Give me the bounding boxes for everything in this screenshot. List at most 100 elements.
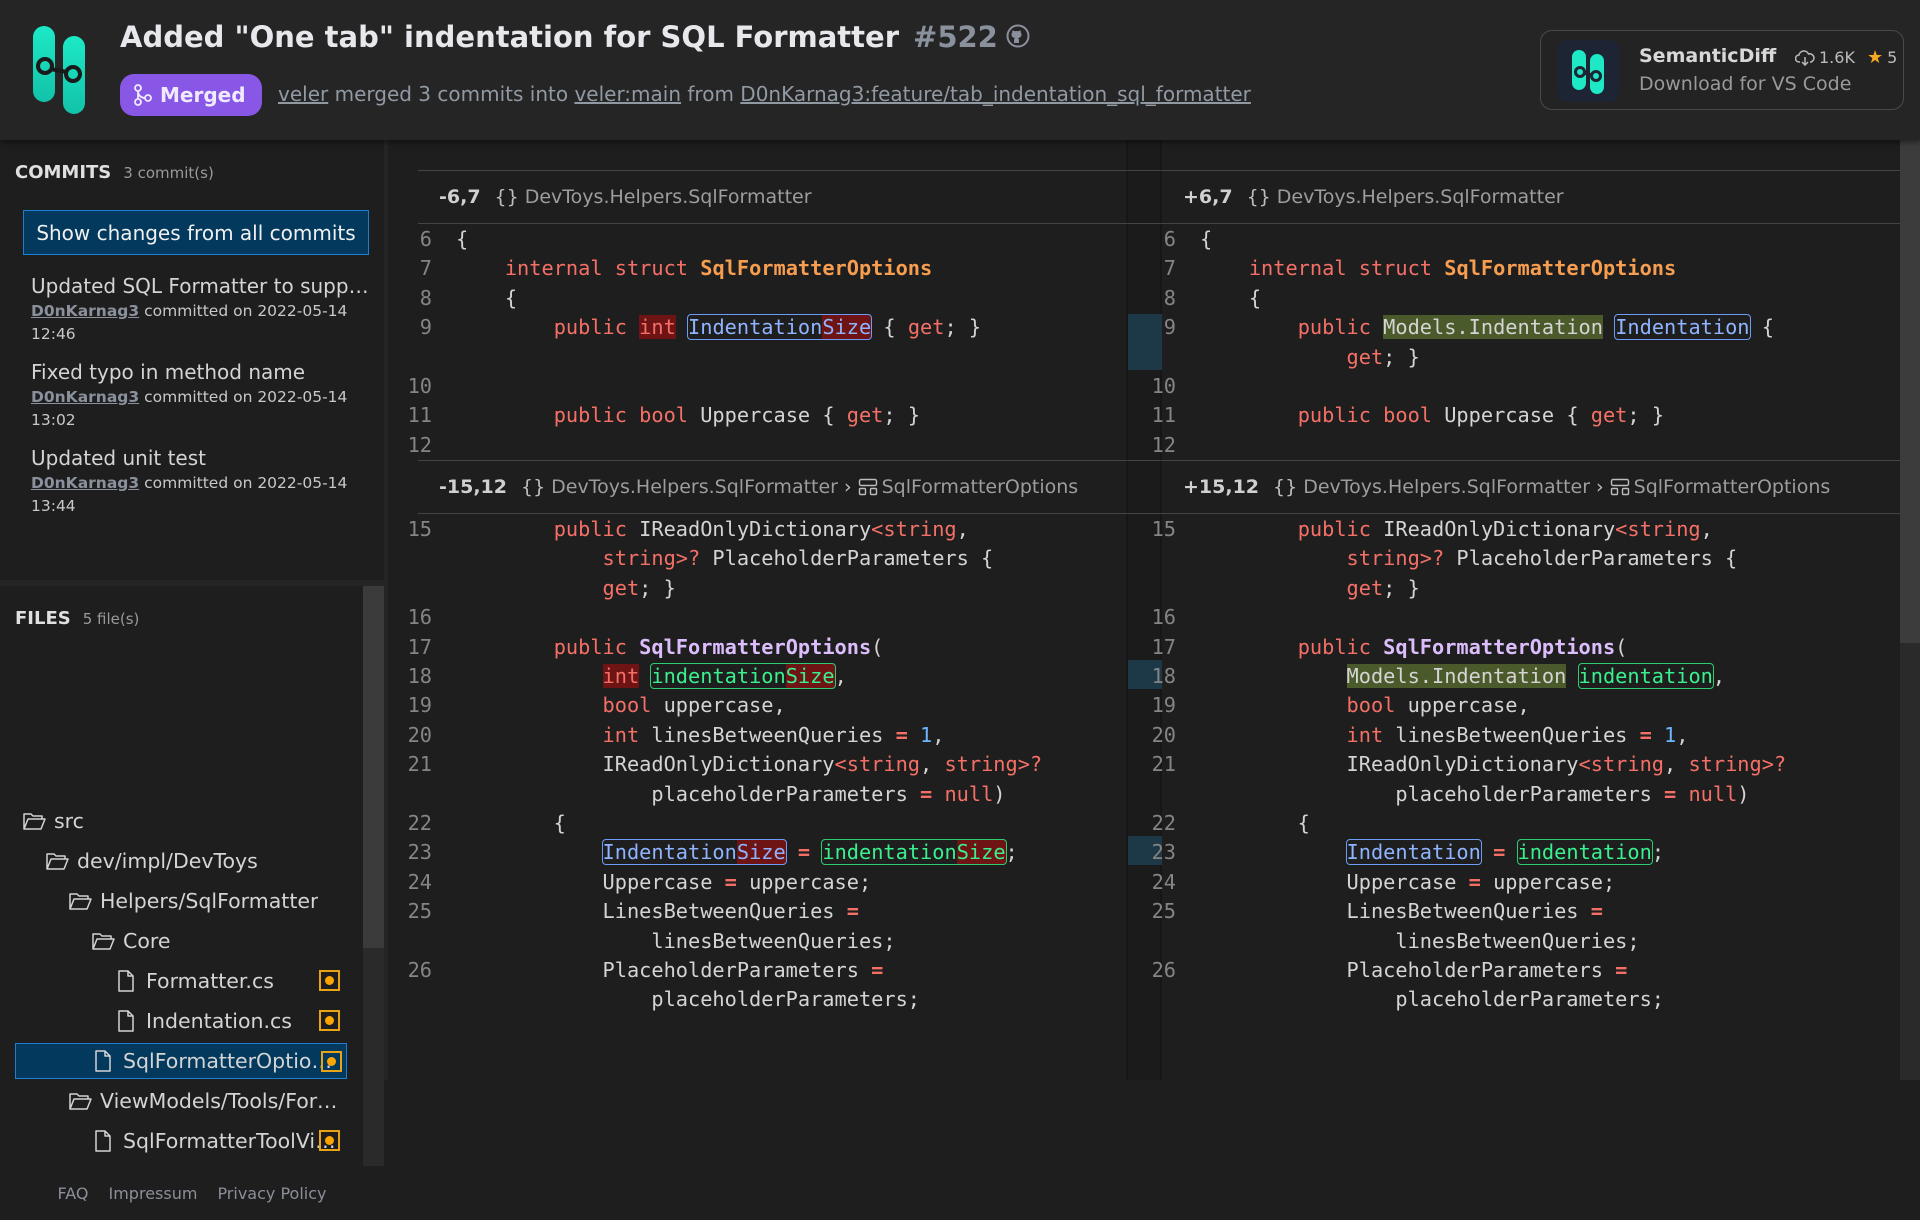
code-text: string>? PlaceholderParameters {: [602, 546, 994, 571]
commit-item[interactable]: Updated SQL Formatter to support one tab…: [31, 274, 371, 346]
struct-icon: [1610, 476, 1634, 498]
extension-name: SemanticDiff: [1639, 45, 1777, 67]
target-branch-link[interactable]: veler:main: [574, 82, 681, 106]
line-number: 25: [1151, 899, 1176, 924]
code-text: placeholderParameters;: [456, 987, 920, 1012]
code-text: public bool Uppercase { get; }: [553, 403, 921, 428]
footer: FAQ Impressum Privacy Policy: [0, 1166, 384, 1220]
code-line: 19 bool uppercase,: [1132, 691, 1870, 720]
extension-stats: 1.6K ★ 5: [1795, 47, 1897, 68]
code-line: 20 int linesBetweenQueries = 1,: [388, 721, 1126, 750]
left-hunk-header[interactable]: -6,7 {} DevToys.Helpers.SqlFormatter: [439, 171, 812, 223]
commit-time: 13:02: [31, 411, 76, 429]
tree-item-label: ViewModels/Tools/Formatters/SqlFormatter: [100, 1089, 340, 1113]
line-number: 25: [407, 899, 432, 924]
code-line: 17 public SqlFormatterOptions(: [388, 633, 1126, 662]
modified-badge-icon: [319, 970, 340, 991]
line-number: 7: [419, 256, 432, 281]
source-branch-link[interactable]: D0nKarnag3:feature/tab_indentation_sql_f…: [740, 82, 1251, 106]
code-text: Uppercase = uppercase;: [1200, 869, 1616, 894]
line-number: 17: [1151, 634, 1176, 659]
breadcrumb-item: DevToys.Helpers.SqlFormatter: [1303, 476, 1591, 498]
left-hunk-header[interactable]: -15,12 {} DevToys.Helpers.SqlFormatter › Sql…: [439, 461, 1078, 513]
code-text: get; }: [1346, 344, 1420, 369]
semanticdiff-logo-icon[interactable]: [30, 26, 90, 114]
code-line: 8 {: [1132, 284, 1870, 313]
tree-folder[interactable]: Core: [91, 923, 340, 959]
footer-link-faq[interactable]: FAQ: [58, 1184, 89, 1203]
commit-meta: D0nKarnag3 committed on 2022-05-14 13:02: [31, 386, 371, 432]
footer-link-privacy[interactable]: Privacy Policy: [217, 1184, 326, 1203]
code-text: get; }: [602, 575, 676, 600]
commit-author-link[interactable]: D0nKarnag3: [31, 474, 139, 492]
tree-file[interactable]: SqlFormatterOptions.cs: [15, 1043, 347, 1079]
tree-item-label: Formatter.cs: [146, 969, 274, 993]
diff-scrollbar-thumb[interactable]: [1900, 140, 1920, 643]
line-number: 26: [407, 958, 432, 982]
diff-view: -6,7{} DevToys.Helpers.SqlFormatter 6{7 in…: [388, 140, 1900, 1080]
code-text: {: [1200, 285, 1262, 310]
code-text: {: [1200, 227, 1213, 251]
code-text: public bool Uppercase { get; }: [1297, 403, 1665, 428]
code-text: string>? PlaceholderParameters {: [1346, 546, 1738, 571]
line-number: 20: [407, 722, 432, 747]
vscode-extension-card[interactable]: SemanticDiff 1.6K ★ 5 Download for VS Co…: [1540, 30, 1904, 110]
file-tree: src dev/impl/DevToys Helpers/SqlFormatter C…: [0, 650, 363, 1165]
code-text: bool uppercase,: [1346, 693, 1530, 718]
tree-file[interactable]: Formatter.cs: [114, 963, 340, 999]
breadcrumb-item: DevToys.Helpers.SqlFormatter: [524, 186, 812, 208]
code-text: {: [1200, 811, 1310, 835]
code-text: bool uppercase,: [602, 693, 786, 718]
tree-folder[interactable]: ViewModels/Tools/Formatters/SqlFormatter: [68, 1083, 340, 1119]
right-hunk-header[interactable]: +6,7 {} DevToys.Helpers.SqlFormatter: [1183, 171, 1564, 223]
namespace-icon: {}: [494, 186, 519, 208]
code-line: string>? PlaceholderParameters {: [388, 544, 1126, 573]
commit-author-link[interactable]: D0nKarnag3: [31, 388, 139, 406]
tree-file[interactable]: SqlFormatterToolViewModel.cs: [91, 1123, 340, 1159]
code-text: LinesBetweenQueries =: [456, 899, 859, 924]
right-hunk-header[interactable]: +15,12 {} DevToys.Helpers.SqlFormatter › Sql…: [1183, 461, 1830, 513]
tree-folder[interactable]: src: [22, 803, 340, 839]
code-text: LinesBetweenQueries =: [1200, 899, 1603, 924]
footer-link-impressum[interactable]: Impressum: [109, 1184, 198, 1203]
files-section-title: FILES 5 file(s): [15, 608, 139, 629]
breadcrumb-chevron-icon: ›: [1596, 476, 1604, 498]
show-all-commits-button[interactable]: Show changes from all commits: [23, 210, 369, 255]
sidebar: COMMITS 3 commit(s) Show changes from all…: [0, 140, 384, 1220]
line-number: 16: [407, 605, 432, 630]
commits-title-label: COMMITS: [15, 162, 112, 183]
merger-user-link[interactable]: veler: [278, 82, 328, 106]
github-icon[interactable]: [1006, 24, 1030, 48]
code-line: 20 int linesBetweenQueries = 1,: [1132, 721, 1870, 750]
line-number: 21: [1151, 752, 1176, 777]
file-tree-scrollbar-thumb[interactable]: [363, 586, 384, 948]
commit-meta: D0nKarnag3 committed on 2022-05-14 12:46: [31, 300, 371, 346]
commit-author-link[interactable]: D0nKarnag3: [31, 302, 139, 320]
merge-text: merged 3 commits into: [328, 82, 575, 106]
tree-folder[interactable]: tests/DevToys.Tests/Providers: [45, 1163, 340, 1165]
left-code-pane: 6{7 internal struct SqlFormatterOptions 8…: [388, 225, 1126, 460]
tree-item-label: Helpers/SqlFormatter: [100, 889, 319, 913]
commit-item[interactable]: Updated unit test D0nKarnag3 committed o…: [31, 446, 371, 518]
code-line: 16: [388, 603, 1126, 632]
tree-file[interactable]: Indentation.cs: [114, 1003, 340, 1039]
line-number: 24: [1151, 869, 1176, 894]
tree-folder[interactable]: Helpers/SqlFormatter: [68, 883, 340, 919]
line-number: 12: [1151, 432, 1176, 457]
line-number: 12: [407, 432, 432, 457]
line-number: 9: [1163, 315, 1176, 340]
code-line: 24 Uppercase = uppercase;: [388, 868, 1126, 897]
breadcrumb-chevron-icon: ›: [843, 476, 852, 498]
page-title: Added "One tab" indentation for SQL Form…: [120, 20, 1030, 54]
line-number: 21: [407, 752, 432, 777]
star-count: 5: [1887, 48, 1898, 67]
tree-item-label: SqlFormatterToolViewModel.cs: [123, 1129, 338, 1153]
folder-open-icon: [22, 810, 46, 832]
code-line: 21 IReadOnlyDictionary<string, string>?: [388, 750, 1126, 779]
tree-folder[interactable]: dev/impl/DevToys: [45, 843, 340, 879]
code-line: 12: [1132, 431, 1870, 460]
code-line: 7 internal struct SqlFormatterOptions: [388, 254, 1126, 283]
commit-item[interactable]: Fixed typo in method name D0nKarnag3 com…: [31, 360, 371, 432]
code-text: {: [456, 285, 518, 310]
commit-date: committed on 2022-05-14: [139, 474, 348, 492]
